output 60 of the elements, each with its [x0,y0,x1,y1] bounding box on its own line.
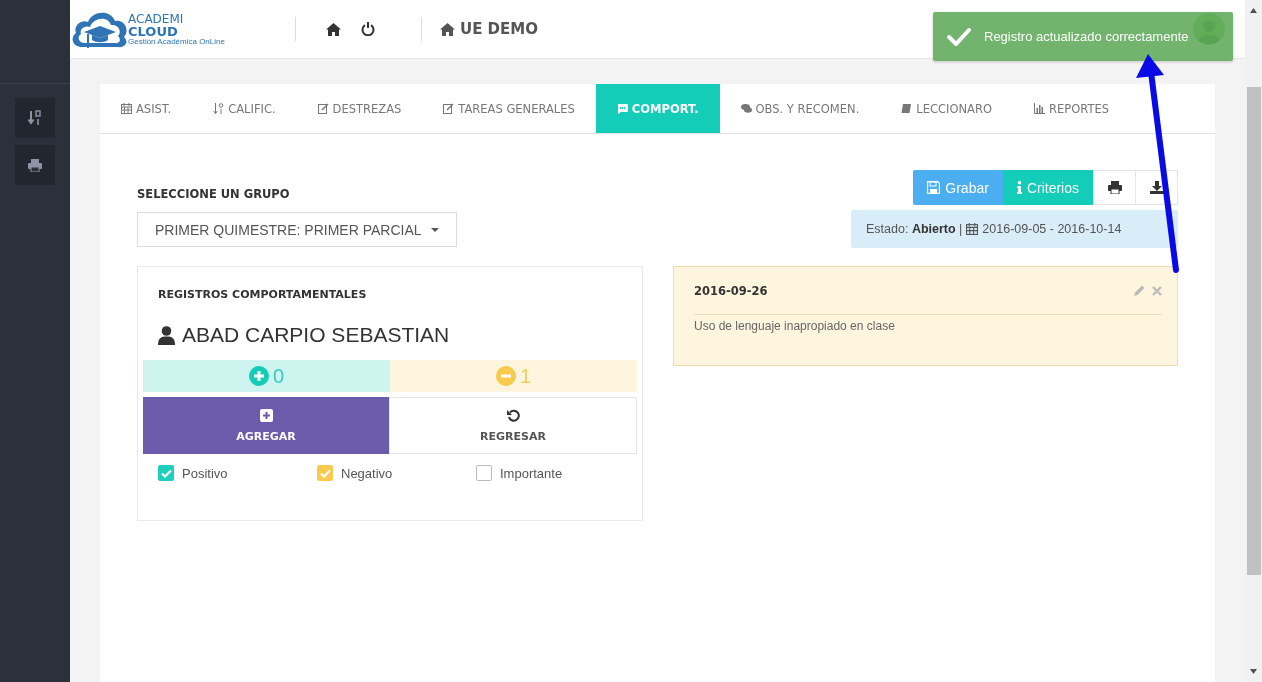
minus-circle-icon [495,366,516,386]
bar-chart-icon [1034,103,1046,114]
status-text: Estado: Abierto | [866,222,963,236]
student-name: ABAD CARPIO SEBASTIAN [182,323,450,347]
power-icon [360,22,375,36]
scroll-up-icon[interactable] [1250,8,1257,13]
checkbox-label: Importante [500,465,563,481]
group-dropdown[interactable]: PRIMER QUIMESTRE: PRIMER PARCIAL [137,212,457,247]
tab[interactable]: LECCIONARO [880,84,1014,133]
comment-icon [616,103,628,114]
print-icon [28,158,42,172]
calendar-icon [121,103,132,114]
checkbox[interactable] [317,465,333,481]
counter-value: 0 [272,364,285,388]
tab[interactable]: REPORTES [1013,84,1131,133]
print-button[interactable] [1093,170,1136,205]
home-icon [439,22,455,36]
institution-name: UE DEMO [459,20,538,38]
edit-icon [443,103,455,114]
tab[interactable]: OBS. Y RECOMEN. [719,84,881,133]
info-icon [1016,181,1022,194]
panel-title: REGISTROS COMPORTAMENTALES [158,288,368,301]
undo-icon [506,408,520,422]
record-text: Uso de lenguaje inapropiado en clase [694,319,896,333]
print-icon [1107,181,1122,194]
tab[interactable]: TAREAS GENERALES [422,84,596,133]
book-icon [901,103,913,114]
save-button[interactable]: Grabar [913,170,1003,205]
checkbox-label: Positivo [182,465,228,481]
checkbox-label: Negativo [341,465,393,481]
record-date: 2016-09-26 [694,283,769,298]
sort-icon [28,110,42,126]
download-icon [1149,181,1164,194]
plus-circle-icon [248,366,269,386]
comments-icon [740,103,752,114]
print-button[interactable] [15,145,55,185]
group-label: SELECCIONE UN GRUPO [137,187,290,201]
add-button[interactable]: AGREGAR [143,397,389,454]
tab[interactable]: DESTREZAS [296,84,423,133]
save-icon [927,181,941,194]
logo-text: ACADEMI [128,12,185,25]
logo-tagline: Gestión Académica OnLine [128,37,225,46]
back-button[interactable]: REGRESAR [389,397,637,454]
counter-value: 1 [519,364,532,388]
calendar-icon [966,223,979,235]
sort-button[interactable] [15,98,55,138]
date-range: 2016-09-05 - 2016-10-14 [982,222,1122,236]
plus-square-icon [259,408,273,422]
home-icon [325,22,341,36]
checkbox[interactable] [476,465,492,481]
user-icon [158,325,175,345]
tab[interactable]: ASIST. [100,84,193,133]
logo-text: CLOUD [128,24,179,38]
scroll-down-icon[interactable] [1250,669,1257,674]
toast-message: Registro actualizado correctamente [984,29,1189,44]
tab[interactable]: CALIFIC. [192,84,297,133]
edit-icon [317,103,329,114]
check-icon [947,27,971,46]
checkbox[interactable] [158,465,174,481]
sort-icon [213,103,225,114]
